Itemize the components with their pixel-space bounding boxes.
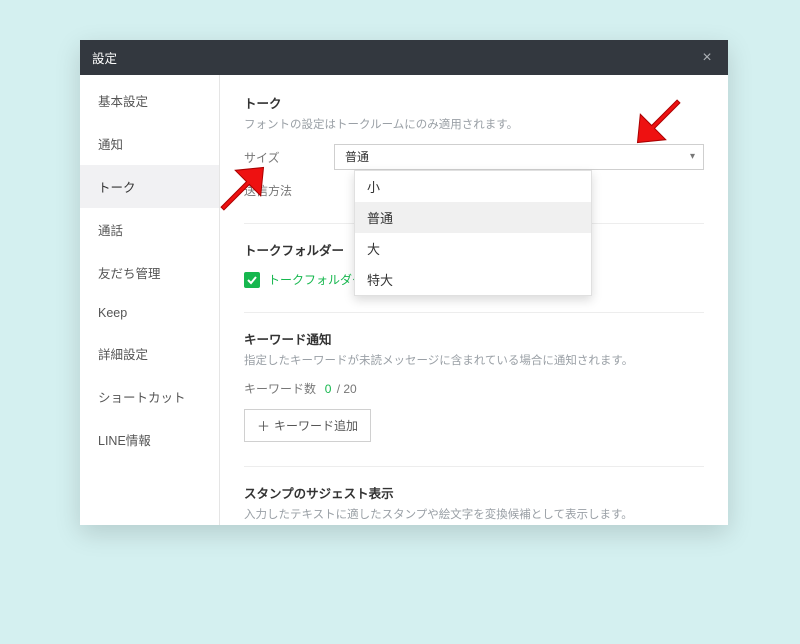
size-option-small[interactable]: 小 [355,171,591,202]
label-size: サイズ [244,149,334,166]
row-font-size: サイズ 普通 ▾ 小 普通 大 特大 [244,144,704,170]
sidebar-item-basic[interactable]: 基本設定 [80,79,219,122]
sidebar-item-advanced[interactable]: 詳細設定 [80,332,219,375]
size-option-large[interactable]: 大 [355,233,591,264]
sidebar-item-call[interactable]: 通話 [80,208,219,251]
sidebar: 基本設定 通知 トーク 通話 友だち管理 Keep 詳細設定 ショートカット L… [80,75,220,525]
divider [244,312,704,313]
settings-modal: 設定 × 基本設定 通知 トーク 通話 友だち管理 Keep 詳細設定 ショート… [80,40,728,525]
content: トーク フォントの設定はトークルームにのみ適用されます。 サイズ 普通 ▾ 小 … [220,75,728,525]
titlebar: 設定 × [80,40,728,75]
plus-icon: ＋ [257,416,270,435]
keyword-count: キーワード数 0 / 20 [244,380,704,397]
section-title-suggest: スタンプのサジェスト表示 [244,483,704,502]
chevron-down-icon: ▾ [690,145,695,169]
size-select[interactable]: 普通 ▾ [334,144,704,170]
keyword-count-current: 0 [325,382,332,396]
checkbox-checked-icon [244,272,260,288]
sidebar-item-keep[interactable]: Keep [80,294,219,332]
size-dropdown: 小 普通 大 特大 [354,170,592,296]
sidebar-item-shortcut[interactable]: ショートカット [80,375,219,418]
close-icon[interactable]: × [698,49,716,67]
sidebar-item-friends[interactable]: 友だち管理 [80,251,219,294]
size-option-normal[interactable]: 普通 [355,202,591,233]
select-wrap-size: 普通 ▾ 小 普通 大 特大 [334,144,704,170]
divider [244,466,704,467]
section-desc-keyword: 指定したキーワードが未読メッセージに含まれている場合に通知されます。 [244,352,704,368]
add-keyword-label: キーワード追加 [274,417,358,434]
size-select-value: 普通 [345,150,369,164]
section-title-talk: トーク [244,93,704,112]
section-desc-talk: フォントの設定はトークルームにのみ適用されます。 [244,116,704,132]
sidebar-item-talk[interactable]: トーク [80,165,219,208]
size-option-xlarge[interactable]: 特大 [355,264,591,295]
section-desc-suggest: 入力したテキストに適したスタンプや絵文字を変換候補として表示します。 [244,506,704,522]
sidebar-item-lineinfo[interactable]: LINE情報 [80,418,219,461]
add-keyword-button[interactable]: ＋ キーワード追加 [244,409,371,442]
label-send-method: 送信方法 [244,182,334,199]
modal-body: 基本設定 通知 トーク 通話 友だち管理 Keep 詳細設定 ショートカット L… [80,75,728,525]
sidebar-item-notify[interactable]: 通知 [80,122,219,165]
titlebar-title: 設定 [92,48,117,67]
section-title-keyword: キーワード通知 [244,329,704,348]
keyword-count-max: / 20 [337,382,357,396]
